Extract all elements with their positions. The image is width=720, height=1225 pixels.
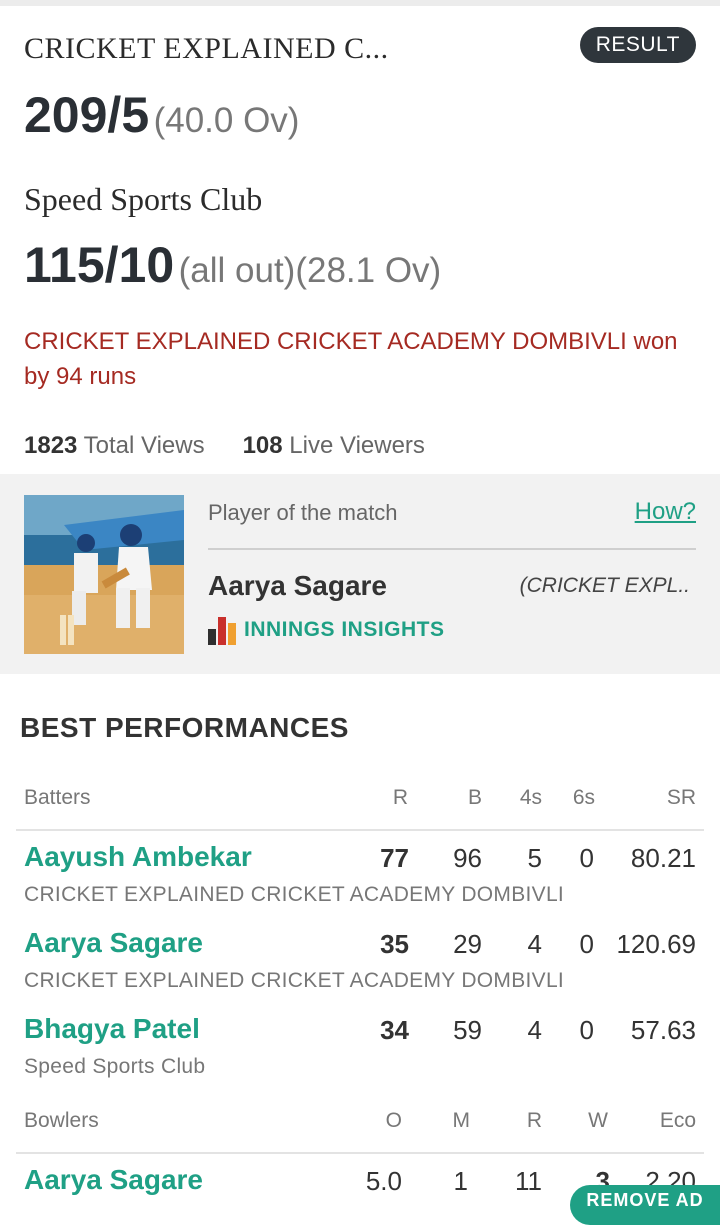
batter-balls: 96 [453, 843, 482, 873]
col-r: R [392, 786, 408, 809]
batter-sixes: 0 [579, 929, 594, 959]
status-badge: RESULT [579, 27, 696, 63]
batter-sixes: 0 [579, 843, 594, 873]
live-viewers-count: 108 [242, 432, 283, 459]
remove-ad-button[interactable]: REMOVE AD [570, 1185, 720, 1225]
player-name[interactable]: Aarya Sagare [208, 570, 387, 602]
col-w: W [588, 1109, 608, 1132]
view-stats: 1823 Total Views 108 Live Viewers [24, 432, 425, 460]
team2-extra: (all out)(28.1 Ov) [178, 251, 442, 290]
col-6s: 6s [572, 786, 595, 809]
col-eco: Eco [659, 1109, 696, 1132]
batters-header: Batters R B 4s 6s SR [24, 786, 696, 814]
divider [16, 829, 704, 831]
team2-score: 115/10 [24, 237, 175, 293]
col-r: R [526, 1109, 542, 1132]
bowlers-label: Bowlers [24, 1109, 99, 1132]
batter-balls: 29 [453, 929, 482, 959]
col-sr: SR [666, 786, 696, 809]
batter-runs: 77 [380, 843, 409, 873]
total-views-count: 1823 [24, 432, 78, 459]
bowler-name[interactable]: Aarya Sagare [24, 1164, 203, 1196]
batter-team: CRICKET EXPLAINED CRICKET ACADEMY DOMBIV… [24, 883, 565, 906]
batter-sr: 57.63 [630, 1015, 696, 1045]
batter-fours: 4 [527, 1015, 542, 1045]
match-summary[interactable]: CRICKET EXPLAINED C... RESULT 209/5 (40.… [0, 6, 720, 474]
batter-team: CRICKET EXPLAINED CRICKET ACADEMY DOMBIV… [24, 969, 565, 992]
divider [16, 1152, 704, 1154]
batter-runs: 35 [380, 929, 409, 959]
bowler-runs: 11 [515, 1166, 542, 1196]
batter-name[interactable]: Aarya Sagare [24, 927, 203, 959]
col-o: O [385, 1109, 402, 1132]
team1-score: 209/5 [24, 87, 150, 143]
batter-balls: 59 [453, 1015, 482, 1045]
batter-fours: 5 [527, 843, 542, 873]
batter-team: Speed Sports Club [24, 1055, 206, 1078]
team1-score-line: 209/5 (40.0 Ov) [24, 86, 299, 144]
bowlers-header: Bowlers O M R W Eco [24, 1109, 696, 1137]
col-4s: 4s [519, 786, 542, 809]
bar-chart-icon [208, 615, 238, 645]
batter-sixes: 0 [579, 1015, 594, 1045]
batter-name[interactable]: Aayush Ambekar [24, 841, 252, 873]
total-views-label: Total Views [83, 432, 205, 459]
how-link[interactable]: How? [635, 498, 696, 526]
live-viewers-label: Live Viewers [289, 432, 425, 459]
player-photo [24, 495, 184, 654]
innings-insights-label: INNINGS INSIGHTS [244, 618, 445, 641]
team1-name: CRICKET EXPLAINED C... [24, 32, 389, 65]
player-team: (CRICKET EXPL.. [519, 574, 690, 597]
bowler-overs: 5.0 [365, 1166, 402, 1196]
team2-score-line: 115/10 (all out)(28.1 Ov) [24, 236, 441, 294]
innings-insights-button[interactable]: INNINGS INSIGHTS [208, 615, 445, 645]
col-b: B [467, 786, 482, 809]
team2-name: Speed Sports Club [24, 181, 263, 217]
player-of-match-label: Player of the match [208, 500, 398, 525]
divider [208, 548, 696, 550]
batter-runs: 34 [380, 1015, 409, 1045]
batters-label: Batters [24, 786, 91, 809]
batter-sr: 120.69 [616, 929, 696, 959]
col-m: M [452, 1109, 471, 1132]
batter-name[interactable]: Bhagya Patel [24, 1013, 200, 1045]
team1-overs: (40.0 Ov) [153, 101, 300, 140]
match-result: CRICKET EXPLAINED CRICKET ACADEMY DOMBIV… [24, 328, 678, 390]
best-performances-title: BEST PERFORMANCES [20, 712, 349, 743]
bowler-maidens: 1 [453, 1166, 468, 1196]
batter-sr: 80.21 [630, 843, 696, 873]
batter-fours: 4 [527, 929, 542, 959]
player-of-match-card[interactable]: Player of the match How? Aarya Sagare (C… [0, 474, 720, 674]
